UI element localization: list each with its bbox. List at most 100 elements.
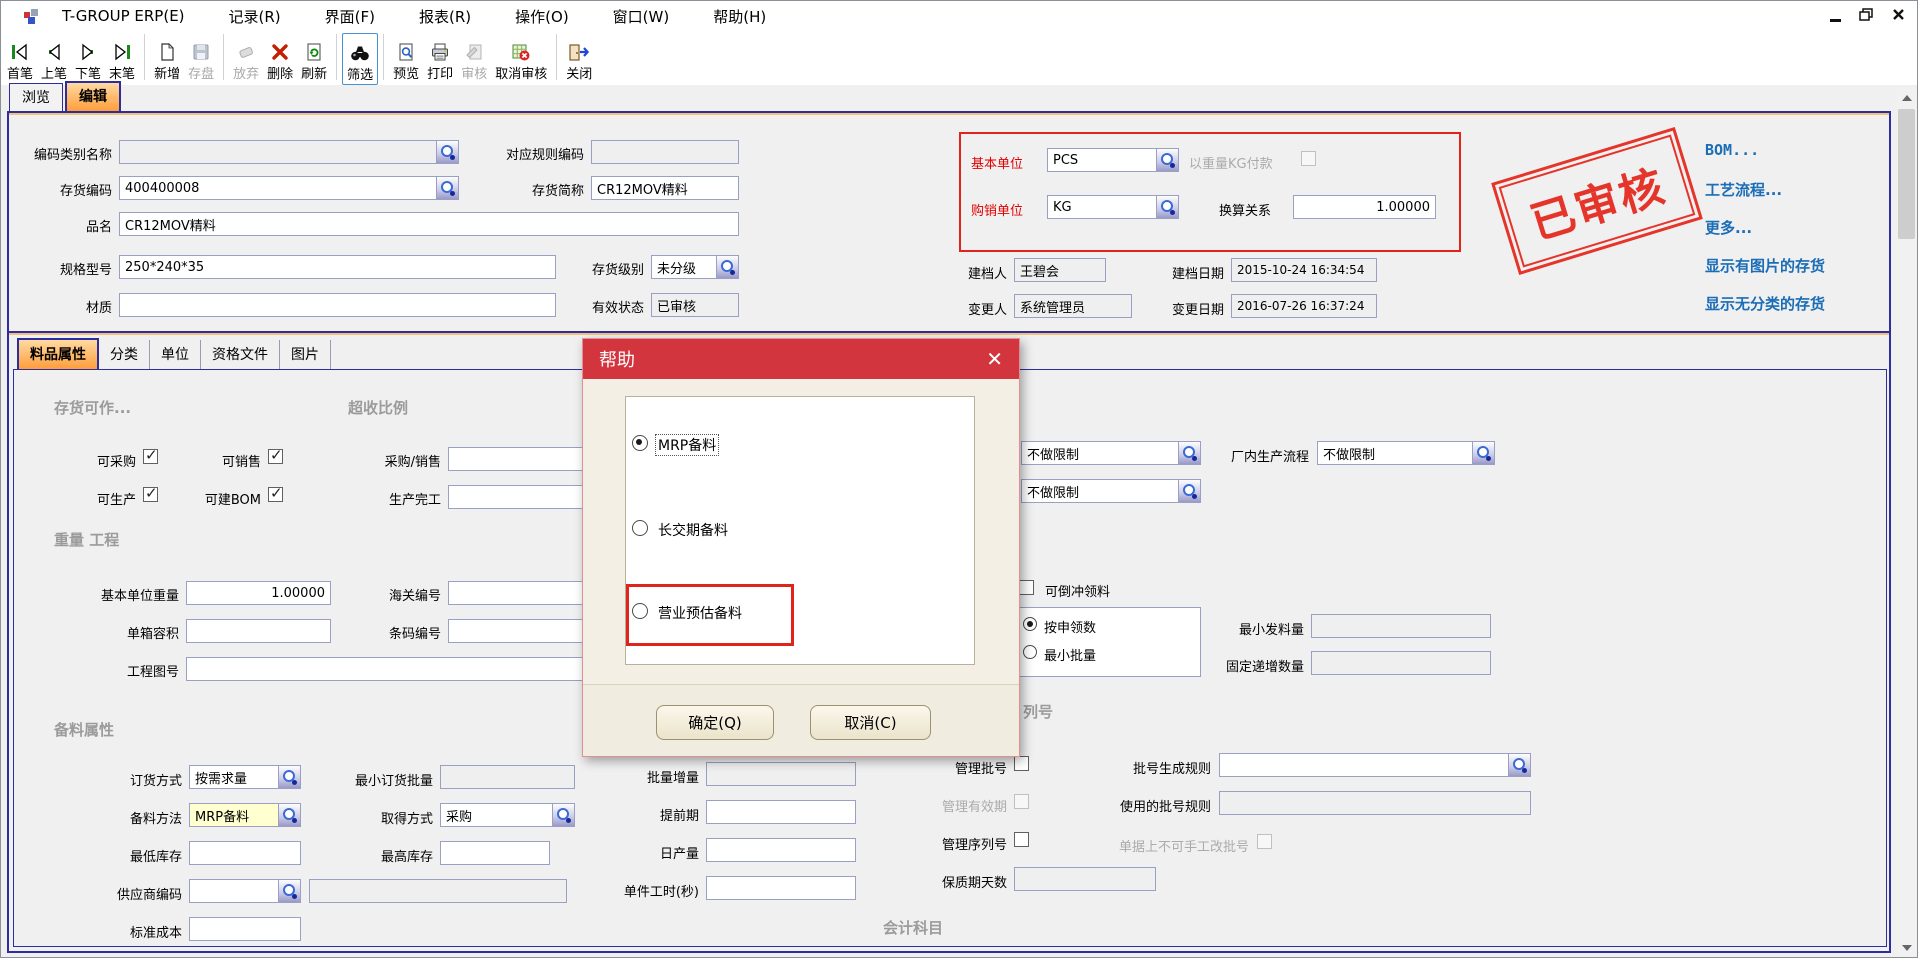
- limit-dropdown-1[interactable]: 不做限制: [1021, 441, 1201, 465]
- lookup-icon[interactable]: [278, 804, 300, 826]
- limit-dropdown-2[interactable]: 不做限制: [1021, 479, 1201, 503]
- prepare-method-dropdown[interactable]: MRP备料: [189, 803, 301, 827]
- filter-button[interactable]: 筛选: [342, 33, 378, 85]
- acquire-mode-dropdown[interactable]: 采购: [440, 803, 575, 827]
- manage-serial-checkbox[interactable]: [1014, 832, 1029, 847]
- print-button[interactable]: 打印: [423, 33, 457, 83]
- lookup-icon[interactable]: [1178, 480, 1200, 502]
- unit-hours-input[interactable]: [706, 876, 856, 900]
- tab-item-attributes[interactable]: 料品属性: [17, 338, 99, 369]
- next-record-button[interactable]: 下笔: [71, 33, 105, 83]
- order-mode-dropdown[interactable]: 按需求量: [189, 765, 301, 789]
- can-bom-checkbox[interactable]: [268, 487, 283, 502]
- audit-button[interactable]: 审核: [457, 33, 491, 83]
- tab-unit[interactable]: 单位: [150, 340, 201, 369]
- tab-browse[interactable]: 浏览: [9, 83, 63, 111]
- business-forecast-prepare-radio[interactable]: [632, 603, 648, 619]
- help-dialog-titlebar[interactable]: 帮助 ✕: [583, 339, 1019, 379]
- menu-report[interactable]: 报表(R): [411, 4, 479, 29]
- item-abbr-input[interactable]: CR12MOV精料: [591, 176, 739, 200]
- scrollbar-thumb[interactable]: [1898, 109, 1915, 239]
- std-cost-input[interactable]: [189, 917, 301, 941]
- item-name-input[interactable]: CR12MOV精料: [119, 212, 739, 236]
- pay-by-kg-checkbox[interactable]: [1301, 151, 1316, 166]
- scroll-up-arrow[interactable]: [1897, 89, 1916, 107]
- new-button[interactable]: 新增: [150, 33, 184, 83]
- can-purchase-checkbox[interactable]: [143, 449, 158, 464]
- long-lead-prepare-label[interactable]: 长交期备料: [658, 520, 728, 540]
- lookup-icon[interactable]: [1156, 149, 1178, 171]
- menu-help[interactable]: 帮助(H): [705, 4, 774, 29]
- trade-unit-input[interactable]: KG: [1047, 195, 1179, 219]
- backflush-checkbox[interactable]: [1019, 580, 1034, 595]
- conversion-input[interactable]: 1.00000: [1293, 195, 1436, 219]
- max-stock-input[interactable]: [440, 841, 550, 865]
- material-input[interactable]: [119, 293, 556, 317]
- manage-expiry-checkbox[interactable]: [1014, 794, 1029, 809]
- tab-classification[interactable]: 分类: [99, 340, 150, 369]
- base-weight-input[interactable]: 1.00000: [186, 581, 331, 605]
- delete-button[interactable]: 删除: [263, 33, 297, 83]
- no-manual-batch-checkbox[interactable]: [1257, 834, 1272, 849]
- lookup-icon[interactable]: [1508, 754, 1530, 776]
- can-produce-checkbox[interactable]: [143, 487, 158, 502]
- last-record-button[interactable]: 末笔: [105, 33, 139, 83]
- issue-min-batch-radio[interactable]: [1023, 645, 1037, 659]
- code-type-input[interactable]: [119, 140, 459, 164]
- lookup-icon[interactable]: [1472, 442, 1494, 464]
- minimize-button[interactable]: [1830, 19, 1841, 22]
- close-window-button[interactable]: [1892, 7, 1905, 25]
- dialog-close-icon[interactable]: ✕: [986, 349, 1003, 369]
- daily-output-input[interactable]: [706, 838, 856, 862]
- lookup-icon[interactable]: [278, 766, 300, 788]
- link-show-with-image[interactable]: 显示有图片的存货: [1705, 255, 1825, 276]
- lookup-icon[interactable]: [436, 177, 458, 199]
- prev-record-button[interactable]: 上笔: [37, 33, 71, 83]
- refresh-button[interactable]: 刷新: [297, 33, 331, 83]
- lookup-icon[interactable]: [552, 804, 574, 826]
- fixed-incr-input[interactable]: [1311, 651, 1491, 675]
- cancel-audit-button[interactable]: 取消审核: [491, 33, 551, 83]
- base-unit-input[interactable]: PCS: [1047, 148, 1179, 172]
- shelf-days-input[interactable]: [1014, 867, 1156, 891]
- business-forecast-prepare-label[interactable]: 营业预估备料: [658, 603, 742, 623]
- grade-input[interactable]: 未分级: [651, 255, 739, 279]
- issue-by-apply-radio[interactable]: [1023, 617, 1037, 631]
- lookup-icon[interactable]: [1178, 442, 1200, 464]
- preview-button[interactable]: 预览: [389, 33, 423, 83]
- link-process-flow[interactable]: 工艺流程...: [1705, 179, 1782, 200]
- factory-flow-dropdown[interactable]: 不做限制: [1317, 441, 1495, 465]
- menu-interface[interactable]: 界面(F): [317, 4, 383, 29]
- used-rule-input[interactable]: [1219, 791, 1531, 815]
- min-issue-input[interactable]: [1311, 614, 1491, 638]
- min-stock-input[interactable]: [189, 841, 301, 865]
- batch-rule-dropdown[interactable]: [1219, 753, 1531, 777]
- menu-record[interactable]: 记录(R): [221, 4, 289, 29]
- menu-operation[interactable]: 操作(O): [507, 4, 577, 29]
- dialog-cancel-button[interactable]: 取消(C): [810, 705, 931, 740]
- link-show-unclassified[interactable]: 显示无分类的存货: [1705, 293, 1825, 314]
- lookup-icon[interactable]: [278, 880, 300, 902]
- mrp-prepare-label[interactable]: MRP备料: [655, 434, 719, 456]
- close-form-button[interactable]: 关闭: [562, 33, 596, 83]
- tab-qualification-files[interactable]: 资格文件: [201, 340, 280, 369]
- first-record-button[interactable]: 首笔: [3, 33, 37, 83]
- spec-input[interactable]: 250*240*35: [119, 255, 556, 279]
- menu-tgroup-erp[interactable]: T-GROUP ERP(E): [54, 5, 193, 27]
- menu-window[interactable]: 窗口(W): [605, 4, 678, 29]
- tab-images[interactable]: 图片: [280, 340, 331, 369]
- min-order-input[interactable]: [440, 765, 575, 789]
- scroll-down-arrow[interactable]: [1897, 939, 1916, 957]
- box-volume-input[interactable]: [186, 619, 331, 643]
- abandon-button[interactable]: 放弃: [229, 33, 263, 83]
- can-sell-checkbox[interactable]: [268, 449, 283, 464]
- long-lead-prepare-radio[interactable]: [632, 520, 648, 536]
- dialog-ok-button[interactable]: 确定(Q): [656, 705, 774, 740]
- rule-code-input[interactable]: [591, 140, 739, 164]
- supplier-code-dropdown[interactable]: [189, 879, 301, 903]
- lead-time-input[interactable]: [706, 800, 856, 824]
- manage-batch-checkbox[interactable]: [1014, 756, 1029, 771]
- lookup-icon[interactable]: [716, 256, 738, 278]
- item-code-input[interactable]: 400400008: [119, 176, 459, 200]
- tab-edit[interactable]: 编辑: [65, 81, 121, 111]
